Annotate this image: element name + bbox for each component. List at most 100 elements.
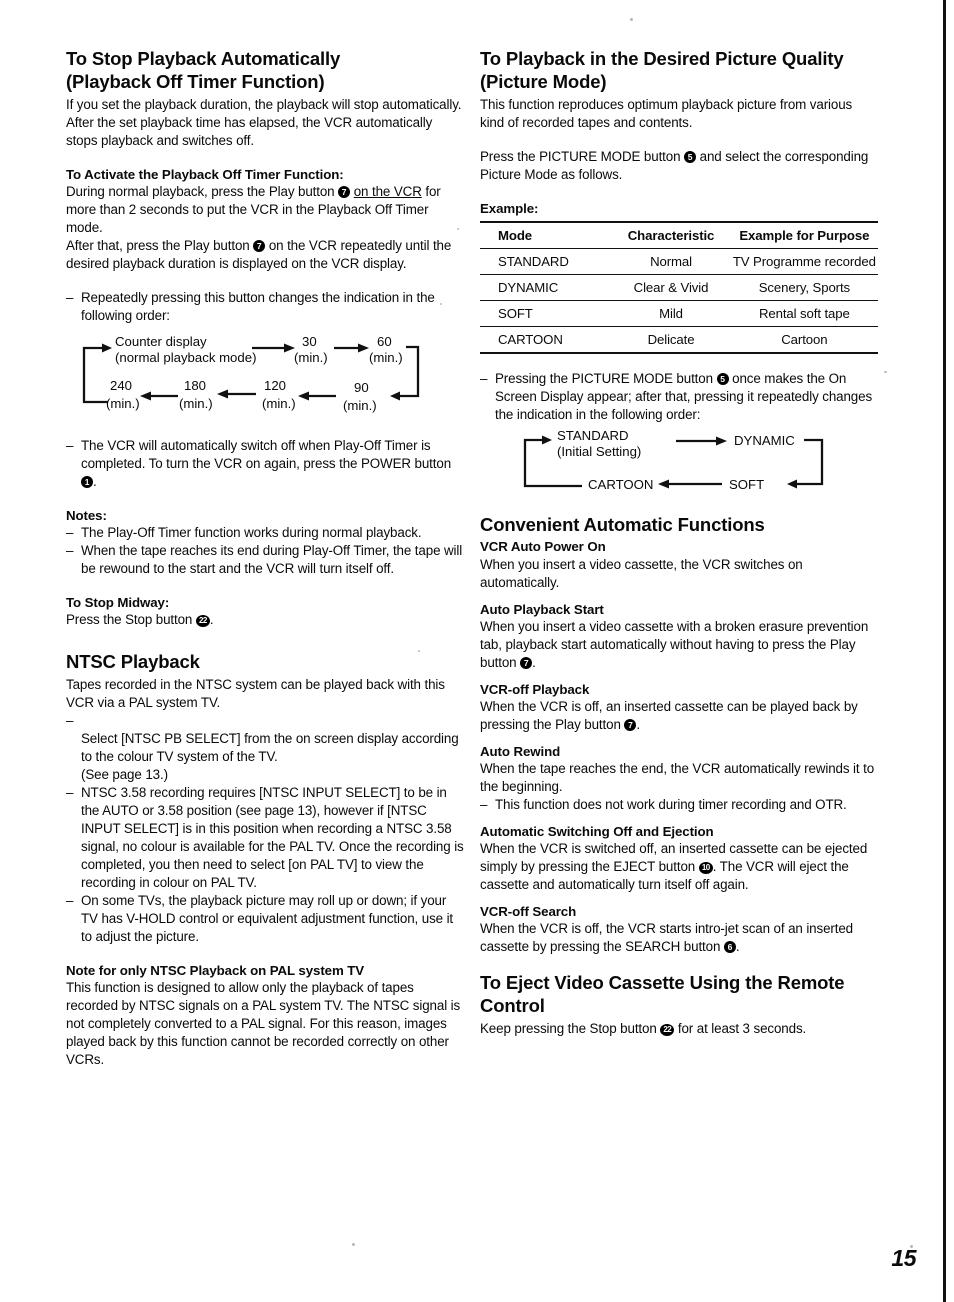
body-auto-rewind: When the tape reaches the end, the VCR a… [480,760,875,794]
timer-node-180-value: 180 [184,378,206,393]
page-number: 15 [891,1245,916,1271]
picture-mode-cycle-diagram: STANDARD (Initial Setting) DYNAMIC SOFT … [504,428,878,505]
timer-node-120-unit: (min.) [262,396,296,411]
button-badge-picture-mode-icon: 5 [684,150,697,163]
repeat-press-note-text: Repeatedly pressing this button changes … [81,289,435,323]
dash-bullet-icon: – [66,542,74,558]
mode-node-standard-line1: STANDARD [557,428,629,443]
timer-node-counter-line2: (normal playback mode) [115,350,256,365]
dash-bullet-icon: – [66,893,74,909]
ntsc-bullet-text: Select [NTSC PB SELECT] from the on scre… [81,730,459,782]
heading-line-2: (Picture Mode) [480,70,607,92]
dash-bullet-icon: – [66,524,74,540]
button-badge-play-icon: 7 [253,239,266,252]
body-vcr-off-search: When the VCR is off, the VCR starts intr… [480,920,878,956]
button-badge-eject-icon: 10 [698,861,713,874]
body-text-a: Keep pressing the Stop button [480,1020,661,1036]
ntsc-bullet-item: – NTSC 3.58 recording requires [NTSC INPU… [66,784,466,892]
picture-quality-intro: This function reproduces optimum playbac… [480,96,853,130]
ntsc-bullet-list: – Select [NTSC PB SELECT] from the on scr… [66,712,466,946]
picture-mode-table: Mode Characteristic Example for Purpose … [480,220,878,354]
playback-off-timer-cycle-diagram: Counter display (normal playback mode) 3… [66,334,466,421]
ntsc-bullet-text: NTSC 3.58 recording requires [NTSC INPUT… [81,785,464,891]
dash-bullet-icon: – [66,785,74,801]
timer-node-120-value: 120 [264,378,286,393]
auto-rewind-bullet-text: This function does not work during timer… [495,796,847,812]
subheading-auto-rewind: Auto Rewind [480,743,561,759]
scan-speck [630,18,633,21]
timer-node-60-unit: (min.) [369,350,403,365]
poweroff-note-text-b: . [93,473,97,489]
ntsc-pal-note-heading: Note for only NTSC Playback on PAL syste… [66,963,365,979]
heading-line-1: To Stop Playback Automatically [66,48,341,69]
osd-note: – Pressing the PICTURE MODE button 5 once… [480,370,878,424]
subheading-vcr-off-search: VCR-off Search [480,903,577,919]
body-auto-playback-start: When you insert a video cassette with a … [480,618,878,672]
timer-node-90-value: 90 [354,380,369,395]
ntsc-pal-note-body: This function is designed to allow only … [66,980,461,1068]
scan-edge-line [943,0,946,1302]
table-cell-mode: SOFT [480,300,612,327]
body-automatic-switching-off-ejection: When the VCR is switched off, an inserte… [480,840,878,894]
timer-node-240-value: 240 [110,378,132,393]
stop-midway-text-a: Press the Stop button [66,612,196,628]
example-label: Example: [480,200,539,216]
auto-rewind-bullet-list: – This function does not work during time… [480,796,878,814]
table-cell-characteristic: Clear & Vivid [611,274,731,301]
table-cell-characteristic: Delicate [611,326,731,354]
body-eject-remote: Keep pressing the Stop button 22 for at … [480,1020,878,1038]
body-text-b: . [532,654,536,670]
body-vcr-auto-power-on: When you insert a video cassette, the VC… [480,556,803,590]
activate-p1-underlined: on the VCR [353,183,422,199]
dash-bullet-icon: – [480,370,488,386]
auto-rewind-bullet: – This function does not work during time… [480,796,878,814]
timer-node-240-unit: (min.) [106,396,140,411]
repeat-press-note-list: – Repeatedly pressing this button changes… [66,289,466,325]
table-cell-example: Scenery, Sports [730,274,878,301]
subheading-vcr-off-playback: VCR-off Playback [480,681,590,697]
right-column: To Playback in the Desired Picture Quali… [480,48,878,1038]
activate-timer-heading: To Activate the Playback Off Timer Funct… [66,166,344,182]
body-text-b: . [735,939,740,955]
timer-node-30-value: 30 [302,334,317,349]
osd-note-text-a: Pressing the PICTURE MODE button [495,370,717,386]
ntsc-intro: Tapes recorded in the NTSC system can be… [66,676,445,710]
table-cell-mode: DYNAMIC [480,274,612,301]
section-heading-eject-remote: To Eject Video Cassette Using the Remote… [480,972,878,1018]
subheading-automatic-switching-off-ejection: Automatic Switching Off and Ejection [480,823,714,839]
stop-midway-paragraph: Press the Stop button 22. [66,611,466,629]
section-heading-picture-quality: To Playback in the Desired Picture Quali… [480,48,878,94]
heading-line-2: Control [480,994,545,1016]
ntsc-bullet-text: On some TVs, the playback picture may ro… [81,893,454,945]
dash-bullet-icon: – [66,437,74,453]
mode-node-dynamic: DYNAMIC [734,433,795,448]
button-badge-stop-icon: 22 [660,1023,675,1036]
activate-timer-paragraph-1: During normal playback, press the Play b… [66,183,466,237]
table-header-characteristic: Characteristic [611,220,731,249]
note-item: – The Play-Off Timer function works durin… [66,524,466,542]
table-header-row: Mode Characteristic Example for Purpose [480,220,878,249]
note-item-text: When the tape reaches its end during Pla… [81,542,463,576]
left-column: To Stop Playback Automatically (Playback… [66,48,466,1069]
section-heading-ntsc-playback: NTSC Playback [66,651,200,673]
poweroff-note-text-a: The VCR will automatically switch off wh… [81,437,452,471]
table-cell-mode: CARTOON [480,326,612,354]
timer-node-90-unit: (min.) [343,398,377,413]
activate-p1-text-a: During normal playback, press the Play b… [66,183,339,199]
table-cell-example: Cartoon [730,326,878,354]
dash-bullet-icon: – [480,796,488,812]
timer-node-counter-line1: Counter display [115,334,207,349]
mode-node-cartoon: CARTOON [588,477,653,492]
table-row: DYNAMIC Clear & Vivid Scenery, Sports [480,274,878,301]
ntsc-bullet-item: – Select [NTSC PB SELECT] from the on scr… [66,712,466,784]
timer-node-30-unit: (min.) [294,350,328,365]
table-header-example: Example for Purpose [730,220,878,249]
button-badge-play-icon: 7 [338,185,351,198]
table-cell-mode: STANDARD [480,248,612,275]
body-text-a: When the VCR is off, the VCR starts intr… [480,920,854,955]
button-badge-stop-icon: 22 [195,615,210,628]
heading-line-2: (Playback Off Timer Function) [66,70,325,92]
table-header-mode: Mode [480,220,612,249]
notes-list: – The Play-Off Timer function works durin… [66,524,466,578]
table-cell-example: Rental soft tape [730,300,878,327]
